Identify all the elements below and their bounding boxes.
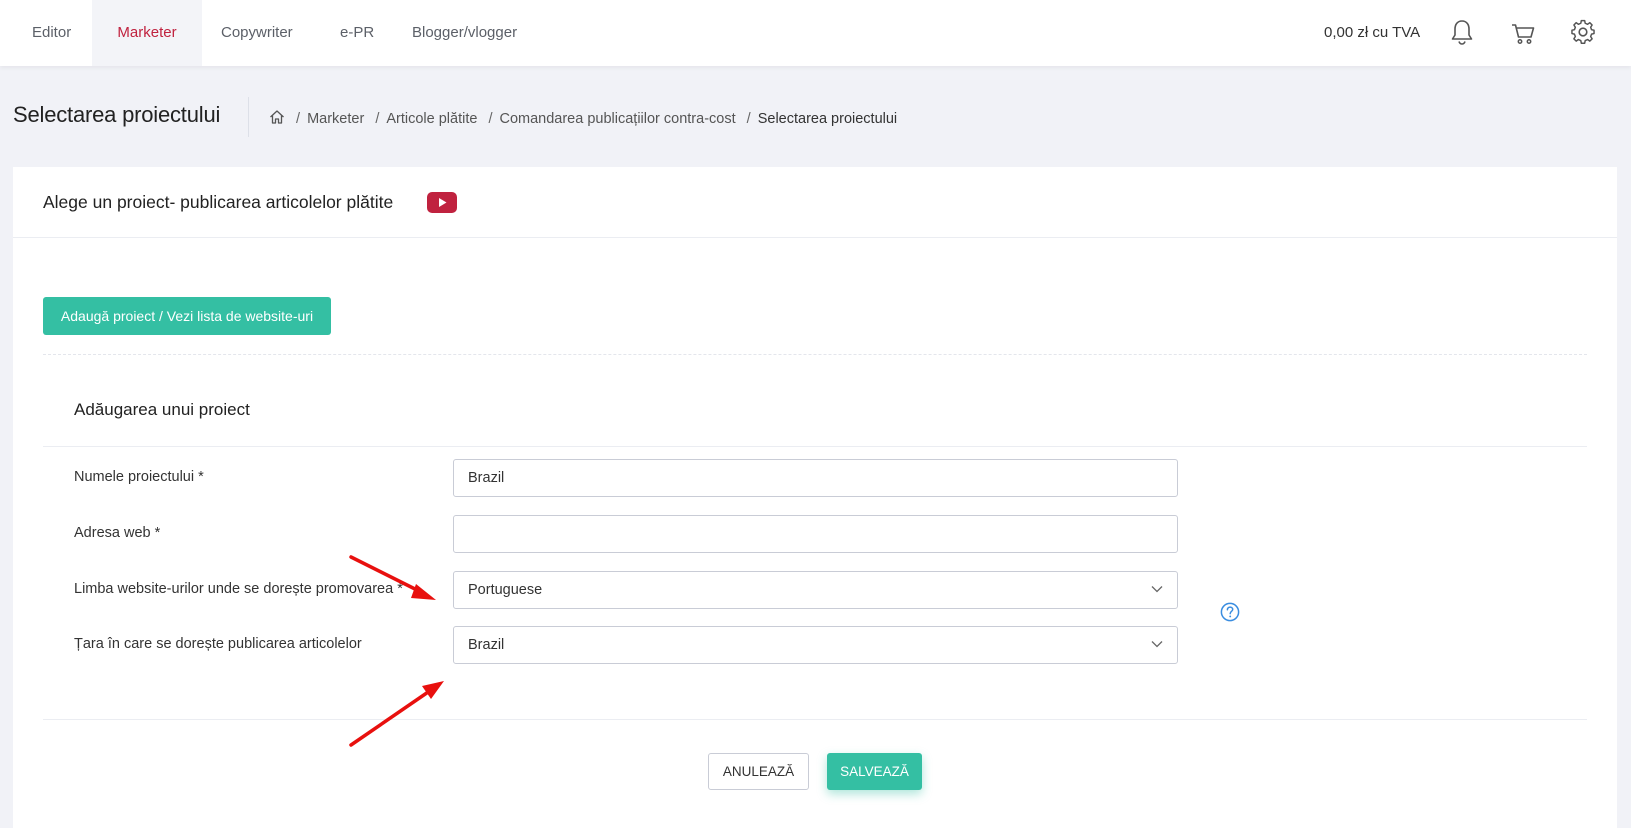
tab-epr[interactable]: e-PR <box>340 0 374 66</box>
web-address-label: Adresa web * <box>74 525 161 541</box>
project-name-value: Brazil <box>468 470 505 486</box>
breadcrumb-item-current: Selectarea proiectului <box>757 111 898 127</box>
project-name-label: Numele proiectului * <box>74 469 204 485</box>
chevron-down-icon <box>1151 586 1163 593</box>
tab-marketer[interactable]: Marketer <box>92 0 202 66</box>
tab-copywriter[interactable]: Copywriter <box>221 0 293 66</box>
add-project-button[interactable]: Adaugă proiect / Vezi lista de website-u… <box>43 297 331 335</box>
breadcrumb-separator: / <box>488 111 493 127</box>
card-header: Alege un proiect- publicarea articolelor… <box>13 167 1617 238</box>
web-address-input[interactable] <box>453 515 1178 553</box>
country-selected-value: Brazil <box>468 637 505 653</box>
page-title: Selectarea proiectului <box>13 102 221 127</box>
language-selected-value: Portuguese <box>468 582 543 598</box>
save-button[interactable]: SALVEAZĂ <box>827 753 922 790</box>
breadcrumb-item-comandarea[interactable]: Comandarea publicațiilor contra-cost <box>499 111 735 127</box>
language-select[interactable]: Portuguese <box>453 571 1178 609</box>
gear-icon[interactable] <box>1570 18 1596 46</box>
country-select[interactable]: Brazil <box>453 626 1178 664</box>
header-divider <box>248 97 249 137</box>
youtube-icon[interactable] <box>427 192 457 213</box>
language-label: Limba website-urilor unde se dorește pro… <box>74 581 403 597</box>
footer-divider <box>43 719 1587 720</box>
project-name-input[interactable]: Brazil <box>453 459 1178 497</box>
breadcrumb: / Marketer / Articole plătite / Comandarea … <box>269 109 897 127</box>
tab-blogger-vlogger[interactable]: Blogger/vlogger <box>412 0 517 66</box>
cart-total: 0,00 zł cu TVA <box>1324 24 1421 41</box>
cancel-button[interactable]: ANULEAZĂ <box>708 753 809 790</box>
section-title: Adăugarea unui proiect <box>74 400 250 419</box>
top-nav: Editor Marketer Copywriter e-PR Blogger/… <box>0 0 1631 66</box>
tab-editor[interactable]: Editor <box>0 0 92 66</box>
breadcrumb-separator: / <box>375 111 380 127</box>
bell-icon[interactable] <box>1449 18 1475 46</box>
breadcrumb-separator: / <box>746 111 751 127</box>
card-title: Alege un proiect- publicarea articolelor… <box>43 192 394 212</box>
help-icon[interactable] <box>1220 602 1240 622</box>
section-divider <box>43 446 1587 447</box>
cart-icon[interactable] <box>1510 18 1536 46</box>
project-card: Alege un proiect- publicarea articolelor… <box>13 167 1617 828</box>
breadcrumb-item-marketer[interactable]: Marketer <box>307 111 364 127</box>
chevron-down-icon <box>1151 641 1163 648</box>
home-icon[interactable] <box>269 109 285 125</box>
country-label: Țara în care se dorește publicarea artic… <box>74 636 362 652</box>
breadcrumb-item-articole-platite[interactable]: Articole plătite <box>386 111 477 127</box>
breadcrumb-separator: / <box>296 111 301 127</box>
dashed-divider <box>43 354 1587 355</box>
